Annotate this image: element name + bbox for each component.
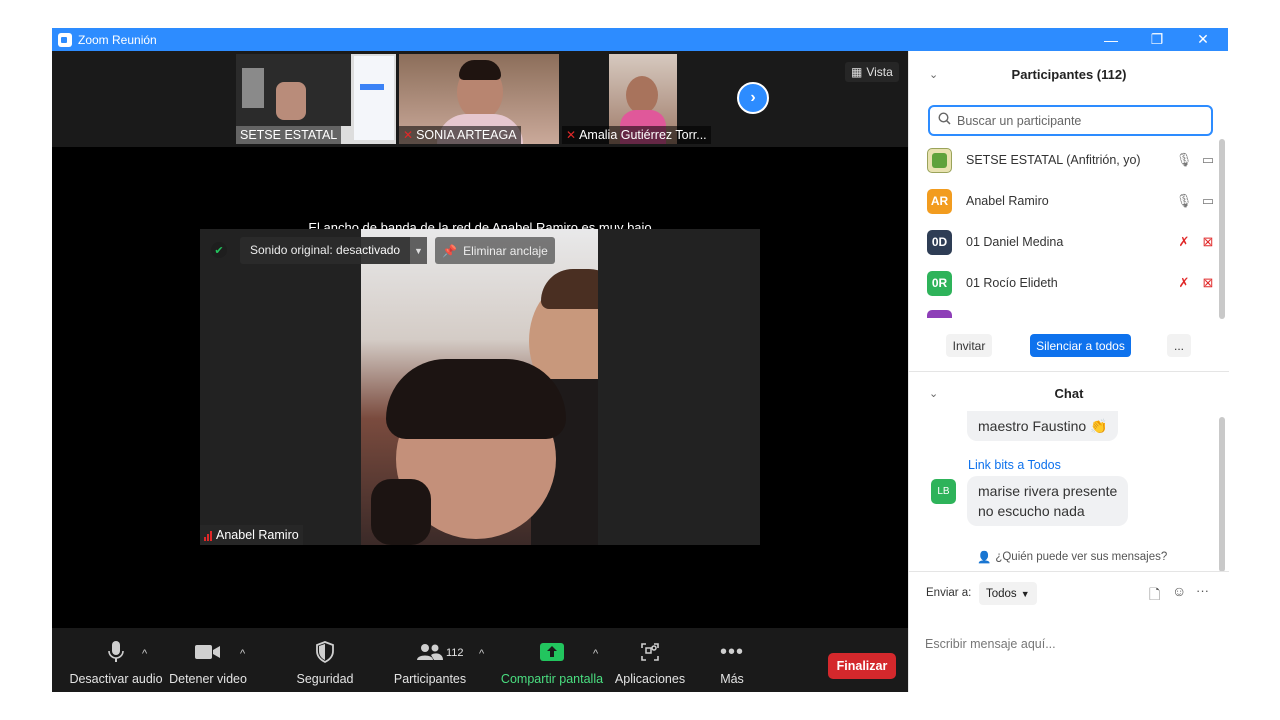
thumbnail-name: SETSE ESTATAL	[236, 126, 342, 144]
camera-icon[interactable]: ▭	[1199, 152, 1217, 168]
shield-icon	[315, 638, 335, 666]
end-meeting-button[interactable]: Finalizar	[828, 653, 896, 679]
zoom-app-icon	[58, 32, 72, 47]
video-options-caret[interactable]: ^	[240, 648, 245, 660]
more-dots-icon[interactable]: ···	[1196, 583, 1209, 598]
apps-icon	[640, 638, 660, 666]
person-info-icon: 👤	[977, 552, 992, 564]
avatar: AR	[927, 188, 952, 214]
mute-all-button[interactable]: Silenciar a todos	[1030, 334, 1131, 357]
file-icon[interactable]: 🗋	[1149, 584, 1160, 608]
privacy-link[interactable]: 👤 ¿Quién puede ver sus mensajes?	[977, 550, 1167, 564]
minimize-button[interactable]: —	[1088, 28, 1134, 51]
muted-mic-icon[interactable]: ✗	[1175, 275, 1193, 291]
unpin-button[interactable]: 📌 Eliminar anclaje	[435, 237, 555, 264]
thumbnail-setse[interactable]: SETSE ESTATAL	[236, 54, 396, 144]
video-area: SETSE ESTATAL ✕ SONIA ARTEAGA ✕ Amalia Gut…	[52, 51, 908, 628]
grid-icon: ▦	[851, 65, 863, 79]
microphone-icon	[108, 638, 124, 666]
restore-button[interactable]: ❐	[1134, 28, 1180, 51]
camera-off-icon[interactable]: ⊠	[1199, 234, 1217, 250]
muted-mic-icon[interactable]: ✗	[1175, 234, 1193, 250]
participants-count: 112	[446, 647, 464, 659]
audio-options-caret[interactable]: ^	[142, 648, 147, 660]
participant-row[interactable]: AR Anabel Ramiro 🎙 ▭	[927, 186, 1217, 216]
camera-icon[interactable]: ▭	[1199, 193, 1217, 209]
participants-title: Participantes (112)	[1011, 67, 1127, 82]
camera-icon	[195, 638, 221, 666]
participant-row[interactable]: 0D 01 Daniel Medina ✗ ⊠	[927, 227, 1217, 257]
more-options-button[interactable]: ...	[1167, 334, 1191, 357]
more-dots-icon: •••	[719, 640, 744, 663]
zoom-window: Zoom Reunión — ❐ ✕ SETSE ESTATAL ✕ SONIA …	[52, 28, 1229, 692]
pin-icon: 📌	[442, 243, 458, 258]
security-button[interactable]: Seguridad	[288, 628, 362, 692]
people-icon	[417, 638, 443, 666]
participant-row[interactable]: SETSE ESTATAL (Anfitrión, yo) 🎙 ▭	[927, 145, 1217, 175]
send-to-dropdown[interactable]: Todos ▼	[979, 582, 1037, 605]
participants-button[interactable]: Participantes	[390, 628, 470, 692]
invite-button[interactable]: Invitar	[946, 334, 992, 357]
chat-message-input[interactable]	[925, 637, 1215, 651]
microphone-icon[interactable]: 🎙	[1175, 193, 1193, 209]
close-button[interactable]: ✕	[1180, 28, 1226, 51]
stop-video-button[interactable]: Detener video	[169, 628, 247, 692]
participant-search[interactable]	[928, 105, 1213, 136]
avatar: 0D	[927, 229, 952, 255]
share-arrow-icon	[540, 638, 564, 666]
more-button[interactable]: ••• Más	[708, 628, 756, 692]
original-sound-toggle[interactable]: Sonido original: desactivado	[240, 237, 410, 264]
host-logo-avatar	[927, 147, 952, 173]
chat-avatar: LB	[931, 479, 956, 504]
next-page-button[interactable]: ›	[737, 82, 769, 114]
chat-sender: Link bits a Todos	[968, 458, 1061, 472]
chat-message: marise rivera presente no escucho nada	[967, 476, 1129, 526]
chat-title: Chat	[1054, 386, 1084, 401]
participant-row[interactable]: 0R 01 Rocío Elideth ✗ ⊠	[927, 268, 1217, 298]
thumbnail-name: ✕ SONIA ARTEAGA	[399, 126, 521, 144]
side-panel: ⌄ Participantes (112) SETSE ESTATAL (Anf…	[908, 51, 1229, 692]
avatar: 0R	[927, 270, 952, 296]
view-button[interactable]: ▦ Vista	[845, 62, 899, 82]
send-to-label: Enviar a:	[926, 587, 972, 599]
speaker-name-tag: Anabel Ramiro	[200, 525, 303, 545]
participants-scrollbar[interactable]	[1219, 139, 1225, 319]
signal-bars-icon	[204, 530, 212, 541]
emoji-icon[interactable]: ☺	[1172, 583, 1186, 599]
camera-off-icon[interactable]: ⊠	[1199, 275, 1217, 291]
active-speaker-video[interactable]: ✔ Sonido original: desactivado ▼ 📌 Elimin…	[200, 229, 760, 545]
avatar-partial	[927, 310, 952, 318]
microphone-icon[interactable]: 🎙	[1175, 152, 1193, 168]
muted-mic-icon: ✕	[403, 128, 414, 142]
muted-mic-icon: ✕	[566, 128, 577, 142]
share-options-caret[interactable]: ^	[593, 648, 598, 660]
speaker-feed	[361, 229, 598, 545]
participants-options-caret[interactable]: ^	[479, 648, 484, 660]
apps-button[interactable]: Aplicaciones	[614, 628, 686, 692]
meeting-toolbar: Desactivar audio ^ Detener video ^ Segur…	[52, 628, 908, 692]
divider	[909, 571, 1229, 572]
thumbnail-amalia[interactable]: ✕ Amalia Gutiérrez Torr...	[562, 54, 722, 144]
chat-scrollbar[interactable]	[1219, 417, 1225, 572]
shield-check-icon: ✔	[211, 242, 227, 258]
window-title: Zoom Reunión	[78, 32, 157, 47]
divider	[909, 371, 1229, 372]
chevron-down-icon[interactable]: ▼	[410, 237, 427, 264]
chat-message: maestro Faustino 👏	[967, 411, 1119, 441]
chevron-down-icon: ▼	[1020, 588, 1030, 599]
search-icon	[938, 111, 951, 130]
mute-button[interactable]: Desactivar audio	[62, 628, 170, 692]
search-input[interactable]	[957, 113, 1197, 128]
chevron-right-icon: ›	[750, 89, 756, 106]
thumbnail-sonia[interactable]: ✕ SONIA ARTEAGA	[399, 54, 559, 144]
share-screen-button[interactable]: Compartir pantalla	[500, 628, 604, 692]
thumbnail-name: ✕ Amalia Gutiérrez Torr...	[562, 126, 711, 144]
thumbnail-strip: SETSE ESTATAL ✕ SONIA ARTEAGA ✕ Amalia Gut…	[52, 51, 908, 147]
title-bar: Zoom Reunión — ❐ ✕	[52, 28, 1228, 51]
